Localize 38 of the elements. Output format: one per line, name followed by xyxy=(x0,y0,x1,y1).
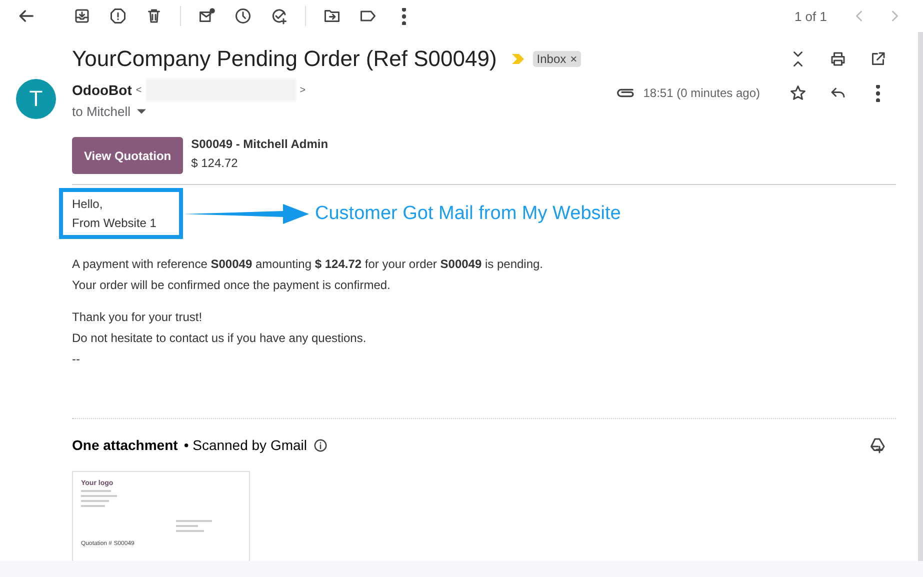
label-name: Inbox xyxy=(536,52,566,66)
importance-marker-icon[interactable] xyxy=(510,52,525,64)
quotation-reference: S00049 - Mitchell Admin xyxy=(191,137,328,151)
email-subject: YourCompany Pending Order (Ref S00049) xyxy=(72,46,497,72)
email-bracket: < xyxy=(136,84,142,96)
warning-icon xyxy=(109,7,127,25)
folder-move-icon xyxy=(323,7,341,25)
greeting-line: From Website 1 xyxy=(72,216,158,230)
archive-icon xyxy=(73,7,91,25)
remove-label-button[interactable]: × xyxy=(570,52,578,66)
check-plus-icon xyxy=(270,7,288,25)
body-text: -- xyxy=(72,352,81,366)
body-text: A payment with reference S00049 amounting $ 124.72 for your order S00049 is pending. xyxy=(72,257,544,271)
page-counter: 1 of 1 xyxy=(794,8,827,24)
body-text: Thank you for your trust! xyxy=(72,310,204,324)
caret-icon xyxy=(136,109,146,114)
annotation-text: Customer Got Mail from My Website xyxy=(315,202,621,224)
view-quotation-button[interactable]: View Quotation xyxy=(72,137,184,174)
info-icon xyxy=(313,438,328,452)
printer-icon xyxy=(829,50,847,68)
more-vertical-icon xyxy=(876,84,880,102)
trash-icon xyxy=(145,7,163,25)
quotation-amount: $ 124.72 xyxy=(191,156,239,170)
sender-name: OdooBot xyxy=(72,82,132,98)
more-vertical-icon xyxy=(402,8,406,24)
recipient-dropdown[interactable]: to Mitchell xyxy=(72,104,306,119)
message-time: 18:51 (0 minutes ago) xyxy=(643,86,760,100)
scan-status: • Scanned by Gmail xyxy=(184,437,307,453)
email-bracket: > xyxy=(300,84,306,96)
greeting-line: Hello, xyxy=(72,197,104,211)
sender-avatar: T xyxy=(16,79,56,119)
body-text: Your order will be confirmed once the payment is confirmed. xyxy=(72,278,392,292)
body-text: Do not hesitate to contact us if you have any questions. xyxy=(72,331,368,345)
clock-icon xyxy=(234,7,252,25)
envelope-icon xyxy=(198,7,216,25)
drive-plus-icon xyxy=(869,436,887,454)
attachments-title: One attachment xyxy=(72,437,178,453)
open-external-icon xyxy=(869,50,887,68)
